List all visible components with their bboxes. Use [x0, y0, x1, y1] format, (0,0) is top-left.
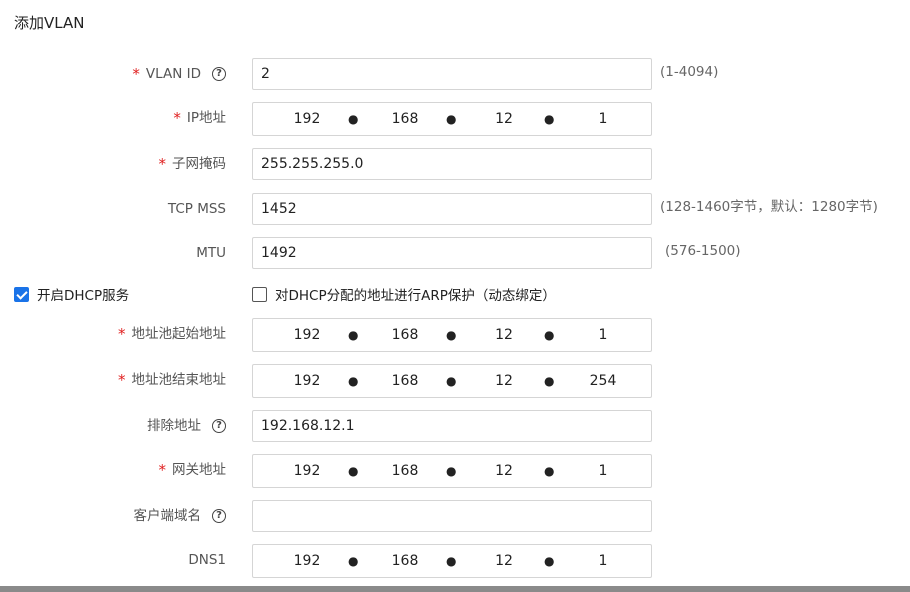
mtu-row: MTU 1492 (576-1500): [0, 237, 910, 269]
exclude-label: 排除地址 ?: [147, 410, 226, 442]
pool-start-row: * 地址池起始地址 192 ● 168 ● 12 ● 1: [0, 318, 910, 352]
page-title: 添加VLAN: [14, 14, 85, 32]
dot-separator: ●: [544, 112, 555, 126]
ip-address-input[interactable]: 192 ● 168 ● 12 ● 1: [252, 102, 652, 136]
vlan-id-input[interactable]: 2: [252, 58, 652, 90]
bottom-scrollbar[interactable]: [0, 586, 910, 592]
dot-separator: ●: [348, 328, 359, 342]
ip-octet-4[interactable]: 1: [573, 455, 633, 487]
mtu-input[interactable]: 1492: [252, 237, 652, 269]
help-icon[interactable]: ?: [212, 509, 226, 523]
required-asterisk: *: [158, 155, 167, 173]
dns1-row: DNS1 192 ● 168 ● 12 ● 1: [0, 544, 910, 578]
domain-label: 客户端域名 ?: [134, 500, 226, 532]
pool-end-label: * 地址池结束地址: [118, 364, 226, 396]
ip-octet-2[interactable]: 168: [375, 103, 435, 135]
required-asterisk: *: [158, 461, 167, 479]
ip-octet-1[interactable]: 192: [277, 365, 337, 397]
vlan-id-hint: (1-4094): [660, 64, 719, 80]
pool-end-input[interactable]: 192 ● 168 ● 12 ● 254: [252, 364, 652, 398]
pool-start-input[interactable]: 192 ● 168 ● 12 ● 1: [252, 318, 652, 352]
ip-label: * IP地址: [173, 102, 226, 134]
pool-end-row: * 地址池结束地址 192 ● 168 ● 12 ● 254: [0, 364, 910, 398]
check-icon[interactable]: [14, 286, 29, 302]
exclude-address-input[interactable]: 192.168.12.1: [252, 410, 652, 442]
vlan-id-label: * VLAN ID ?: [132, 58, 226, 90]
required-asterisk: *: [132, 65, 140, 83]
gateway-input[interactable]: 192 ● 168 ● 12 ● 1: [252, 454, 652, 488]
ip-octet-4[interactable]: 254: [573, 365, 633, 397]
vlan-id-row: * VLAN ID ? 2 (1-4094): [0, 58, 910, 90]
ip-octet-2[interactable]: 168: [375, 365, 435, 397]
gateway-label: * 网关地址: [159, 454, 227, 486]
ip-octet-4[interactable]: 1: [573, 319, 633, 351]
ip-octet-2[interactable]: 168: [375, 545, 435, 577]
dot-separator: ●: [348, 554, 359, 568]
ip-octet-4[interactable]: 1: [573, 103, 633, 135]
pool-start-label: * 地址池起始地址: [118, 318, 226, 350]
dot-separator: ●: [348, 112, 359, 126]
dns1-label: DNS1: [188, 552, 226, 568]
tcp-mss-row: TCP MSS 1452 (128-1460字节，默认：1280字节): [0, 193, 910, 225]
ip-octet-3[interactable]: 12: [474, 319, 534, 351]
dot-separator: ●: [544, 328, 555, 342]
dot-separator: ●: [544, 374, 555, 388]
tcp-mss-input[interactable]: 1452: [252, 193, 652, 225]
dot-separator: ●: [446, 374, 457, 388]
checkbox-box[interactable]: [252, 286, 267, 302]
subnet-label: * 子网掩码: [159, 148, 227, 180]
ip-octet-1[interactable]: 192: [277, 319, 337, 351]
required-asterisk: *: [118, 325, 126, 343]
dot-separator: ●: [544, 554, 555, 568]
gateway-row: * 网关地址 192 ● 168 ● 12 ● 1: [0, 454, 910, 488]
arp-protect-checkbox[interactable]: 对DHCP分配的地址进行ARP保护（动态绑定）: [252, 280, 556, 308]
ip-octet-1[interactable]: 192: [277, 455, 337, 487]
ip-row: * IP地址 192 ● 168 ● 12 ● 1: [0, 102, 910, 136]
help-icon[interactable]: ?: [212, 419, 226, 433]
dot-separator: ●: [446, 464, 457, 478]
mtu-label: MTU: [196, 245, 226, 261]
required-asterisk: *: [118, 371, 126, 389]
ip-octet-3[interactable]: 12: [474, 365, 534, 397]
exclude-row: 排除地址 ? 192.168.12.1: [0, 410, 910, 442]
dot-separator: ●: [544, 464, 555, 478]
ip-octet-1[interactable]: 192: [277, 545, 337, 577]
dot-separator: ●: [446, 112, 457, 126]
dot-separator: ●: [446, 328, 457, 342]
mtu-hint: (576-1500): [665, 243, 741, 259]
ip-octet-3[interactable]: 12: [474, 545, 534, 577]
dhcp-checkbox[interactable]: 开启DHCP服务: [14, 280, 129, 308]
ip-octet-3[interactable]: 12: [474, 455, 534, 487]
dot-separator: ●: [446, 554, 457, 568]
dot-separator: ●: [348, 464, 359, 478]
domain-row: 客户端域名 ?: [0, 500, 910, 532]
help-icon[interactable]: ?: [212, 67, 226, 81]
client-domain-input[interactable]: [252, 500, 652, 532]
dot-separator: ●: [348, 374, 359, 388]
tcp-mss-label: TCP MSS: [167, 201, 226, 217]
subnet-row: * 子网掩码 255.255.255.0: [0, 148, 910, 180]
ip-octet-3[interactable]: 12: [474, 103, 534, 135]
ip-octet-2[interactable]: 168: [375, 319, 435, 351]
subnet-mask-input[interactable]: 255.255.255.0: [252, 148, 652, 180]
ip-octet-2[interactable]: 168: [375, 455, 435, 487]
required-asterisk: *: [173, 109, 181, 127]
tcp-mss-hint: (128-1460字节，默认：1280字节): [660, 199, 878, 215]
dhcp-options-row: 开启DHCP服务 对DHCP分配的地址进行ARP保护（动态绑定）: [0, 280, 910, 312]
dns1-input[interactable]: 192 ● 168 ● 12 ● 1: [252, 544, 652, 578]
ip-octet-4[interactable]: 1: [573, 545, 633, 577]
ip-octet-1[interactable]: 192: [277, 103, 337, 135]
